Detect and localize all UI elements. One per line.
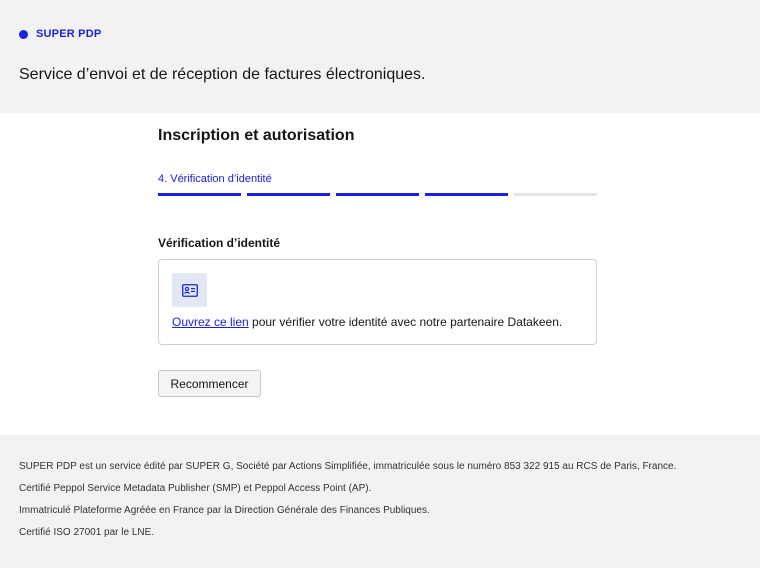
brand[interactable]: SUPER PDP [19,28,101,40]
progress-segment-5 [514,193,597,196]
page-title: Inscription et autorisation [158,127,355,144]
footer-peppol-line: Certifié Peppol Service Metadata Publish… [19,483,372,494]
verification-instructions: Ouvrez ce lien pour vérifier votre ident… [172,315,562,329]
tagline: Service d’envoi et de réception de factu… [19,66,426,83]
footer-iso-line: Certifié ISO 27001 par le LNE. [19,527,155,538]
progress-segment-2 [247,193,330,196]
top-header: SUPER PDP Service d’envoi et de réceptio… [0,0,760,113]
brand-name[interactable]: SUPER PDP [36,28,101,40]
progress-segment-1 [158,193,241,196]
step-label: 4. Vérification d’identité [158,173,272,185]
progress-segment-3 [336,193,419,196]
identity-verification-card: Ouvrez ce lien pour vérifier votre ident… [158,259,597,345]
verification-text: pour vérifier votre identité avec notre … [248,315,563,329]
progress-segment-4 [425,193,508,196]
restart-button[interactable]: Recommencer [158,370,261,397]
footer-pa-line: Immatriculé Plateforme Agréée en France … [19,505,430,516]
verification-link[interactable]: Ouvrez ce lien [172,315,249,329]
brand-dot-icon [19,29,28,39]
footer-legal-line: SUPER PDP est un service édité par SUPER… [19,461,677,472]
footer: SUPER PDP est un service édité par SUPER… [0,435,760,568]
step-progress [158,193,597,196]
section-title: Vérification d’identité [158,236,281,250]
id-card-icon [172,273,207,307]
